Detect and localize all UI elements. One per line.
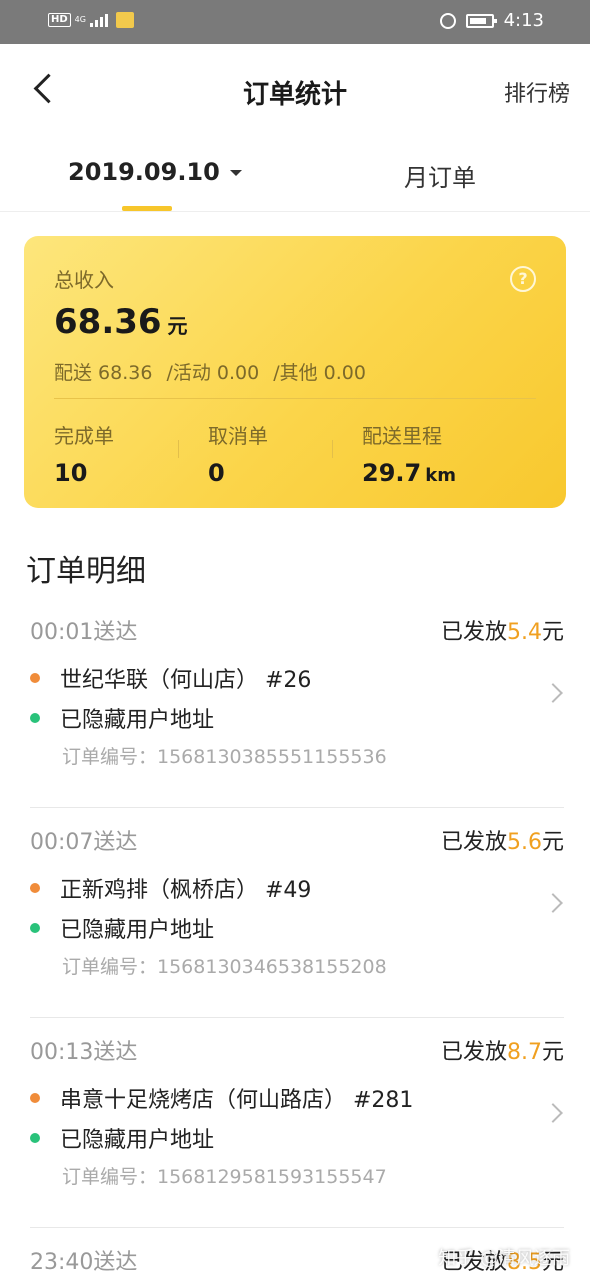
other-income: /其他 0.00 <box>273 362 366 384</box>
status-bar: HD 4G 4:13 <box>0 0 590 44</box>
tab-month-orders[interactable]: 月订单 <box>404 158 476 193</box>
order-payout: 已发放8.7元 <box>441 1034 564 1066</box>
payout-amount: 8.7 <box>506 1040 542 1065</box>
help-icon[interactable]: ? <box>510 266 536 292</box>
network-type: 4G <box>74 15 86 24</box>
payout-unit: 元 <box>541 620 564 645</box>
stat-label: 配送里程 <box>362 424 442 448</box>
hd-badge: HD <box>48 13 71 27</box>
payout-amount: 5.6 <box>506 830 542 855</box>
stat-completed: 完成单 10 <box>54 420 114 487</box>
stat-value: 0 <box>208 459 225 487</box>
order-store: 世纪华联（何山店） #26 <box>60 668 312 693</box>
delivery-income: 配送 68.36 <box>54 362 153 384</box>
stat-value: 10 <box>54 459 88 487</box>
order-number: 订单编号：1568130385551155536 <box>62 746 387 768</box>
income-breakdown: 配送 68.36 /活动 0.00 /其他 0.00 <box>54 358 366 385</box>
order-address-line: 已隐藏用户地址 <box>30 1122 214 1154</box>
payout-prefix: 已发放 <box>440 830 507 855</box>
order-number: 订单编号：1568129581593155547 <box>62 1166 387 1188</box>
order-address-line: 已隐藏用户地址 <box>30 702 214 734</box>
stat-value: 29.7 <box>362 459 422 487</box>
order-store-line: 正新鸡排（枫桥店） #49 <box>30 872 311 904</box>
app-notification-icon <box>115 12 134 28</box>
address-dot-icon <box>30 713 40 723</box>
chevron-right-icon <box>543 683 563 703</box>
page-title: 订单统计 <box>242 80 347 110</box>
payout-amount: 5.4 <box>506 620 542 645</box>
payout-unit: 元 <box>541 1040 564 1065</box>
order-store-line: 串意十足烧烤店（何山路店） #281 <box>30 1082 413 1114</box>
battery-icon <box>465 13 497 28</box>
order-delivered-time: 00:13送达 <box>30 1040 138 1065</box>
stat-value-wrap: 29.7 km <box>362 459 456 487</box>
stat-value-wrap: 0 <box>208 459 268 487</box>
status-time: 4:13 <box>503 10 544 31</box>
order-number: 订单编号：1568130346538155208 <box>62 956 387 978</box>
leaderboard-link[interactable]: 排行榜 <box>504 76 570 108</box>
tab-date-picker[interactable]: 2019.09.10 <box>68 158 242 186</box>
tab-date-label: 2019.09.10 <box>68 158 220 186</box>
total-income: 68.36 元 <box>54 302 188 342</box>
order-address-line: 已隐藏用户地址 <box>30 912 214 944</box>
tab-bar: 2019.09.10 月订单 <box>0 140 590 212</box>
store-dot-icon <box>30 673 40 683</box>
order-item[interactable]: 00:01送达 已发放5.4元 世纪华联（何山店） #26 已隐藏用户地址 订单… <box>0 598 590 808</box>
caret-down-icon <box>229 170 242 176</box>
alarm-icon <box>439 12 456 29</box>
signal-icon <box>89 13 108 27</box>
payout-unit: 元 <box>541 830 564 855</box>
nav-bar: 订单统计 排行榜 <box>0 44 590 140</box>
stat-distance: 配送里程 29.7 km <box>362 420 456 487</box>
order-store: 串意十足烧烤店（何山路店） #281 <box>60 1088 414 1113</box>
payout-prefix: 已发放 <box>440 620 507 645</box>
stat-cancelled: 取消单 0 <box>208 420 268 487</box>
total-income-label: 总收入 <box>54 268 114 292</box>
order-details-title: 订单明细 <box>26 554 146 589</box>
stat-separator <box>332 440 333 458</box>
income-summary-card: 总收入 ? 68.36 元 配送 68.36 /活动 0.00 /其他 0.00… <box>24 236 566 508</box>
chevron-right-icon <box>543 1103 563 1123</box>
order-store-line: 世纪华联（何山店） #26 <box>30 662 311 694</box>
order-item[interactable]: 00:07送达 已发放5.6元 正新鸡排（枫桥店） #49 已隐藏用户地址 订单… <box>0 808 590 1018</box>
order-store: 正新鸡排（枫桥店） #49 <box>60 878 312 903</box>
stat-separator <box>178 440 179 458</box>
order-delivered-time: 00:01送达 <box>30 620 138 645</box>
payout-prefix: 已发放 <box>440 1040 507 1065</box>
order-delivered-time: 23:40送达 <box>30 1250 138 1275</box>
order-payout: 已发放5.6元 <box>441 824 564 856</box>
order-address: 已隐藏用户地址 <box>60 1128 215 1153</box>
card-divider <box>54 398 536 399</box>
order-address: 已隐藏用户地址 <box>60 918 215 943</box>
address-dot-icon <box>30 923 40 933</box>
store-dot-icon <box>30 1093 40 1103</box>
stat-value-wrap: 10 <box>54 459 114 487</box>
status-right: 4:13 <box>439 10 544 31</box>
order-item[interactable]: 00:13送达 已发放8.7元 串意十足烧烤店（何山路店） #281 已隐藏用户… <box>0 1018 590 1228</box>
address-dot-icon <box>30 1133 40 1143</box>
order-payout: 已发放5.4元 <box>441 614 564 646</box>
total-income-unit: 元 <box>167 314 188 338</box>
stat-label: 取消单 <box>208 424 268 448</box>
active-tab-indicator <box>122 206 172 211</box>
chevron-right-icon <box>543 893 563 913</box>
order-delivered-time: 00:07送达 <box>30 830 138 855</box>
status-left: HD 4G <box>48 12 134 28</box>
activity-income: /活动 0.00 <box>166 362 260 384</box>
store-dot-icon <box>30 883 40 893</box>
stat-unit: km <box>425 465 456 486</box>
total-income-amount: 68.36 <box>54 302 162 342</box>
watermark: 知乎 @清风逐雨 <box>438 1248 570 1269</box>
order-address: 已隐藏用户地址 <box>60 708 215 733</box>
stat-label: 完成单 <box>54 424 114 448</box>
